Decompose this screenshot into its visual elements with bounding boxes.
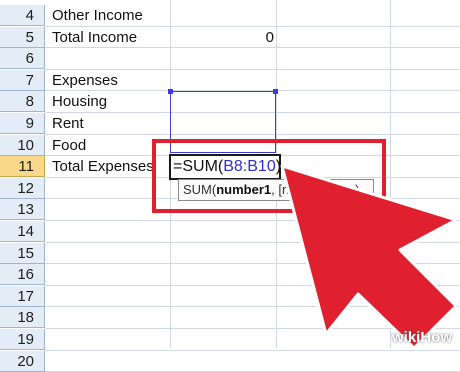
row-gridline (45, 349, 460, 351)
row-header-20[interactable]: 20 (0, 350, 45, 372)
watermark-logo: wikiHow (391, 329, 452, 346)
pointer-arrow-icon (280, 164, 458, 348)
